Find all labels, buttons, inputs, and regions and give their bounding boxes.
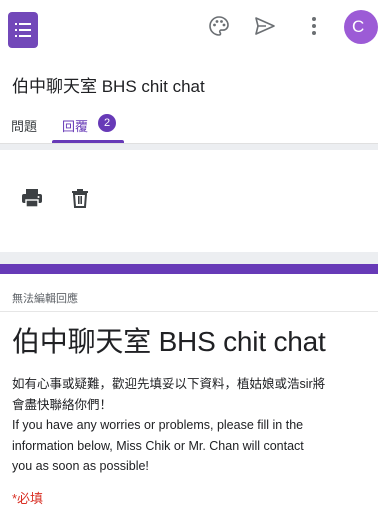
send-icon[interactable]	[253, 14, 277, 38]
tab-divider	[0, 143, 378, 144]
response-form-card: 無法編輯回應 伯中聊天室 BHS chit chat 如有心事或疑難，歡迎先填妥…	[0, 264, 378, 524]
trash-icon[interactable]	[68, 186, 92, 215]
description-line: 會盡快聯絡你們！	[12, 397, 113, 412]
required-note: *必填	[12, 491, 44, 506]
palette-icon[interactable]	[207, 14, 231, 38]
description-line: 如有心事或疑難，歡迎先填妥以下資料，植姑娘或浩sir將	[12, 377, 326, 391]
readonly-note: 無法編輯回應	[12, 293, 78, 305]
tab-responses[interactable]: 回覆	[62, 116, 88, 135]
card-divider	[0, 311, 378, 312]
form-app-icon[interactable]	[8, 12, 38, 48]
description-line: you as soon as possible!	[12, 459, 149, 473]
avatar[interactable]: C	[344, 10, 378, 44]
print-icon[interactable]	[20, 186, 44, 215]
form-heading: 伯中聊天室 BHS chit chat	[12, 326, 326, 357]
tab-questions[interactable]: 問題	[11, 116, 37, 135]
description-line: information below, Miss Chik or Mr. Chan…	[12, 438, 304, 453]
form-title: 伯中聊天室 BHS chit chat	[12, 77, 205, 96]
response-actions-card	[0, 150, 378, 252]
more-vert-icon[interactable]	[302, 14, 326, 38]
form-accent-bar	[0, 264, 378, 274]
responses-count-badge: 2	[98, 114, 116, 132]
form-description: 如有心事或疑難，歡迎先填妥以下資料，植姑娘或浩sir將 會盡快聯絡你們！ If …	[12, 374, 372, 477]
top-app-bar: C	[0, 0, 378, 62]
form-header: 伯中聊天室 BHS chit chat 問題 回覆 2	[0, 62, 378, 144]
description-line: If you have any worries or problems, ple…	[12, 418, 304, 432]
